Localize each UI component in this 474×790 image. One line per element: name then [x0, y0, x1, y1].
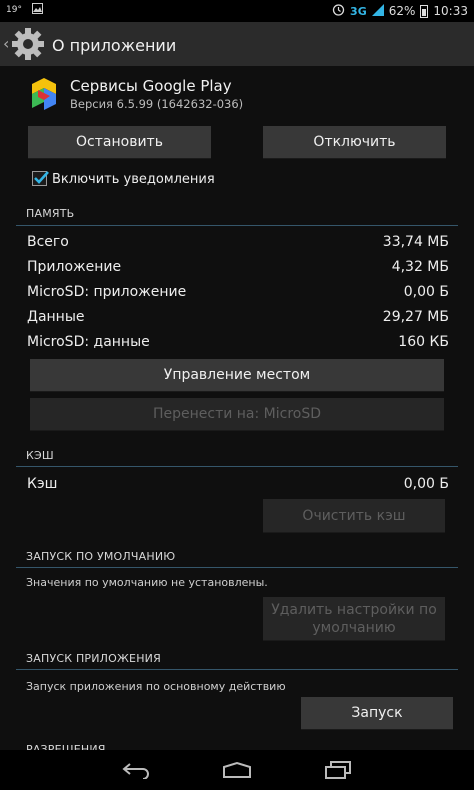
memory-row-label: MicroSD: приложение — [27, 284, 187, 300]
memory-row-label: MicroSD: данные — [27, 334, 150, 350]
manage-space-button[interactable]: Управление местом — [30, 359, 444, 392]
back-icon[interactable] — [121, 761, 151, 779]
signal-icon — [371, 3, 384, 19]
launch-button[interactable]: Запуск — [301, 697, 453, 730]
stop-button[interactable]: Остановить — [28, 126, 211, 159]
launch-note: Запуск приложения по основному действию — [26, 680, 286, 693]
memory-row-value: 0,00 Б — [403, 284, 449, 300]
home-icon[interactable] — [222, 761, 252, 779]
memory-row-label: Всего — [27, 234, 69, 250]
alarm-icon — [332, 3, 345, 19]
image-notification-icon — [31, 3, 43, 17]
memory-divider — [16, 225, 458, 226]
launch-section-header: ЗАПУСК ПРИЛОЖЕНИЯ — [26, 652, 161, 665]
defaults-note: Значения по умолчанию не установлены. — [26, 576, 268, 589]
launch-divider — [16, 669, 458, 670]
back-chevron-icon[interactable]: ‹ — [3, 34, 9, 53]
move-to-sd-button[interactable]: Перенести на: MicroSD — [30, 398, 444, 431]
defaults-divider — [16, 567, 458, 568]
clear-defaults-button[interactable]: Удалить настройки по умолчанию — [263, 597, 445, 641]
memory-row-label: Приложение — [27, 259, 122, 275]
clear-cache-button[interactable]: Очистить кэш — [263, 499, 445, 533]
disable-button[interactable]: Отключить — [263, 126, 446, 159]
memory-row-value: 29,27 МБ — [382, 309, 449, 325]
temperature-text: 19° — [6, 5, 22, 15]
checkmark-icon — [34, 171, 49, 184]
google-play-services-icon — [32, 78, 56, 110]
notifications-checkbox[interactable] — [32, 171, 49, 186]
cache-value: 0,00 Б — [403, 476, 449, 492]
status-right: 3G 62% 10:33 — [332, 3, 468, 19]
recent-apps-icon[interactable] — [324, 761, 352, 779]
memory-row-value: 4,32 МБ — [391, 259, 449, 275]
notifications-label: Включить уведомления — [52, 172, 215, 187]
app-name: Сервисы Google Play — [70, 77, 232, 95]
status-left: 19° — [6, 3, 43, 17]
memory-row-label: Данные — [27, 309, 85, 325]
app-version: Версия 6.5.99 (1642632-036) — [70, 97, 244, 111]
status-bar: 19° 3G 62% 10:33 — [0, 0, 474, 22]
clock: 10:33 — [433, 4, 468, 18]
permissions-section-header: РАЗРЕШЕНИЯ — [26, 743, 106, 750]
defaults-section-header: ЗАПУСК ПО УМОЛЧАНИЮ — [26, 550, 176, 563]
cache-label: Кэш — [27, 476, 58, 492]
battery-percent: 62% — [388, 4, 416, 18]
memory-row-value: 33,74 МБ — [382, 234, 449, 250]
settings-gear-icon[interactable] — [11, 27, 45, 61]
memory-row-value: 160 КБ — [398, 334, 449, 350]
network-type: 3G — [350, 4, 367, 18]
cache-divider — [16, 466, 458, 467]
page-title: О приложении — [52, 36, 177, 55]
cache-section-header: КЭШ — [26, 449, 54, 462]
memory-section-header: ПАМЯТЬ — [26, 207, 75, 220]
battery-icon — [420, 4, 429, 18]
